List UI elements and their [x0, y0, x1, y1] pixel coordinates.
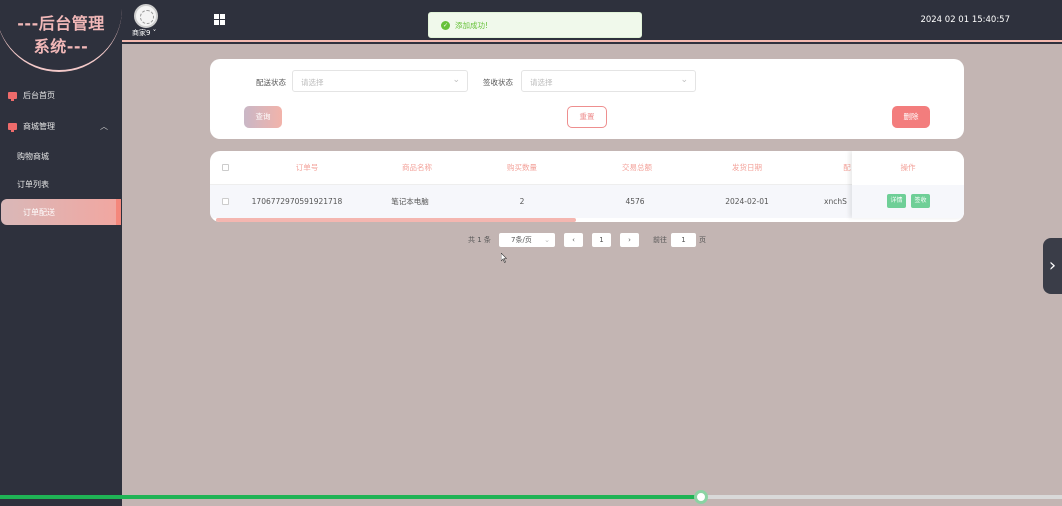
page-size-select[interactable]: 7条/页 ⌄	[499, 233, 555, 247]
delete-button[interactable]: 删除	[892, 106, 930, 128]
toast-message: 添加成功!	[455, 20, 489, 30]
cell-ship-date: 2024-02-01	[725, 197, 769, 206]
cell-total: 4576	[625, 197, 645, 206]
page-size-value: 7条/页	[511, 236, 532, 244]
header-actions: 操作	[900, 163, 916, 172]
logo-line-2: 系统---	[33, 37, 89, 56]
clock: 2024 02 01 15:40:57	[920, 15, 1010, 25]
monitor-icon	[8, 91, 17, 101]
cell-quantity: 2	[519, 197, 525, 206]
cell-product: 笔记本电脑	[391, 197, 429, 206]
sidebar-subitem-order-delivery[interactable]: 订单配送	[1, 199, 121, 225]
chevron-down-icon: ⌄	[544, 236, 550, 244]
cell-order-no: 1706772970591921718	[251, 197, 343, 206]
pagination-total: 共 1 条	[468, 236, 491, 244]
row-checkbox[interactable]	[222, 198, 229, 205]
username-dropdown[interactable]: 商家9 ˅	[132, 28, 156, 38]
logo-text: ---后台管理 系统---	[0, 12, 122, 58]
select-placeholder: 请选择	[301, 78, 324, 87]
chevron-up-icon: ︿	[100, 122, 108, 131]
mouse-cursor-icon	[501, 253, 507, 263]
header-quantity: 购买数量	[507, 163, 537, 172]
progress-knob[interactable]	[693, 490, 708, 504]
reset-button[interactable]: 重置	[567, 106, 607, 128]
media-progress-bar[interactable]	[0, 490, 1062, 504]
sidebar-item-shop-mgmt[interactable]: 商城管理 ︿	[0, 113, 122, 139]
goto-label: 前往	[653, 236, 667, 244]
main-content: 配送状态 请选择 ⌄ 签收状态 请选择 ⌄ 查询 重置 删除 订单号 商品名称 …	[122, 44, 1062, 506]
chevron-down-icon: ⌄	[680, 75, 688, 85]
delivery-status-label: 配送状态	[256, 78, 286, 87]
logo: ---后台管理 系统---	[0, 0, 122, 74]
sidebar-item-label: 后台首页	[23, 90, 55, 100]
success-toast: ✓ 添加成功!	[428, 12, 642, 38]
sidebar-subitem-order-list[interactable]: 订单列表	[0, 171, 122, 197]
sidebar-subitem-shopping-mall[interactable]: 购物商城	[0, 143, 122, 169]
logo-line-1: ---后台管理	[17, 14, 105, 33]
sidebar-subitem-label: 订单列表	[17, 179, 49, 189]
delivery-status-select[interactable]: 请选择 ⌄	[292, 70, 468, 92]
goto-page-input[interactable]: 1	[671, 233, 696, 247]
sidebar-subitem-label: 订单配送	[23, 207, 55, 217]
avatar[interactable]	[134, 4, 158, 28]
apps-grid-icon[interactable]	[214, 14, 225, 25]
sign-button[interactable]: 签收	[911, 194, 930, 208]
progress-fill	[0, 495, 701, 499]
detail-button[interactable]: 详情	[887, 194, 906, 208]
check-circle-icon: ✓	[441, 20, 450, 30]
page-number-current[interactable]: 1	[592, 233, 611, 247]
prev-page-button[interactable]: ‹	[564, 233, 583, 247]
select-placeholder: 请选择	[530, 78, 553, 87]
search-panel: 配送状态 请选择 ⌄ 签收状态 请选择 ⌄ 查询 重置 删除	[210, 59, 964, 139]
header-order-no: 订单号	[295, 163, 319, 172]
header-ship-date: 发货日期	[732, 163, 762, 172]
horizontal-scrollbar[interactable]	[216, 218, 576, 222]
monitor-icon	[8, 122, 17, 132]
orders-table: 订单号 商品名称 购买数量 交易总额 发货日期 配 17067729705919…	[210, 151, 964, 222]
chevron-down-icon: ⌄	[452, 75, 460, 85]
header-product: 商品名称	[402, 163, 432, 172]
header-total: 交易总额	[622, 163, 652, 172]
actions-row	[852, 185, 964, 218]
next-page-button[interactable]: ›	[620, 233, 639, 247]
chevron-down-icon: ˅	[150, 29, 157, 37]
sidebar-item-label: 商城管理	[23, 121, 55, 131]
sidebar-item-home[interactable]: 后台首页	[0, 82, 122, 108]
username-label: 商家9	[132, 29, 151, 37]
actions-column: 操作 详情 签收	[852, 151, 964, 218]
query-button[interactable]: 查询	[244, 106, 282, 128]
sidebar-subitem-label: 购物商城	[17, 151, 49, 161]
receipt-status-select[interactable]: 请选择 ⌄	[521, 70, 696, 92]
sidebar: ---后台管理 系统--- 后台首页 商城管理 ︿ 购物商城 订单列表 订单配送	[0, 0, 122, 506]
receipt-status-label: 签收状态	[483, 78, 513, 87]
select-all-checkbox[interactable]	[222, 164, 229, 171]
chevron-right-icon[interactable]: ›	[1043, 238, 1062, 294]
page-suffix: 页	[699, 236, 706, 244]
